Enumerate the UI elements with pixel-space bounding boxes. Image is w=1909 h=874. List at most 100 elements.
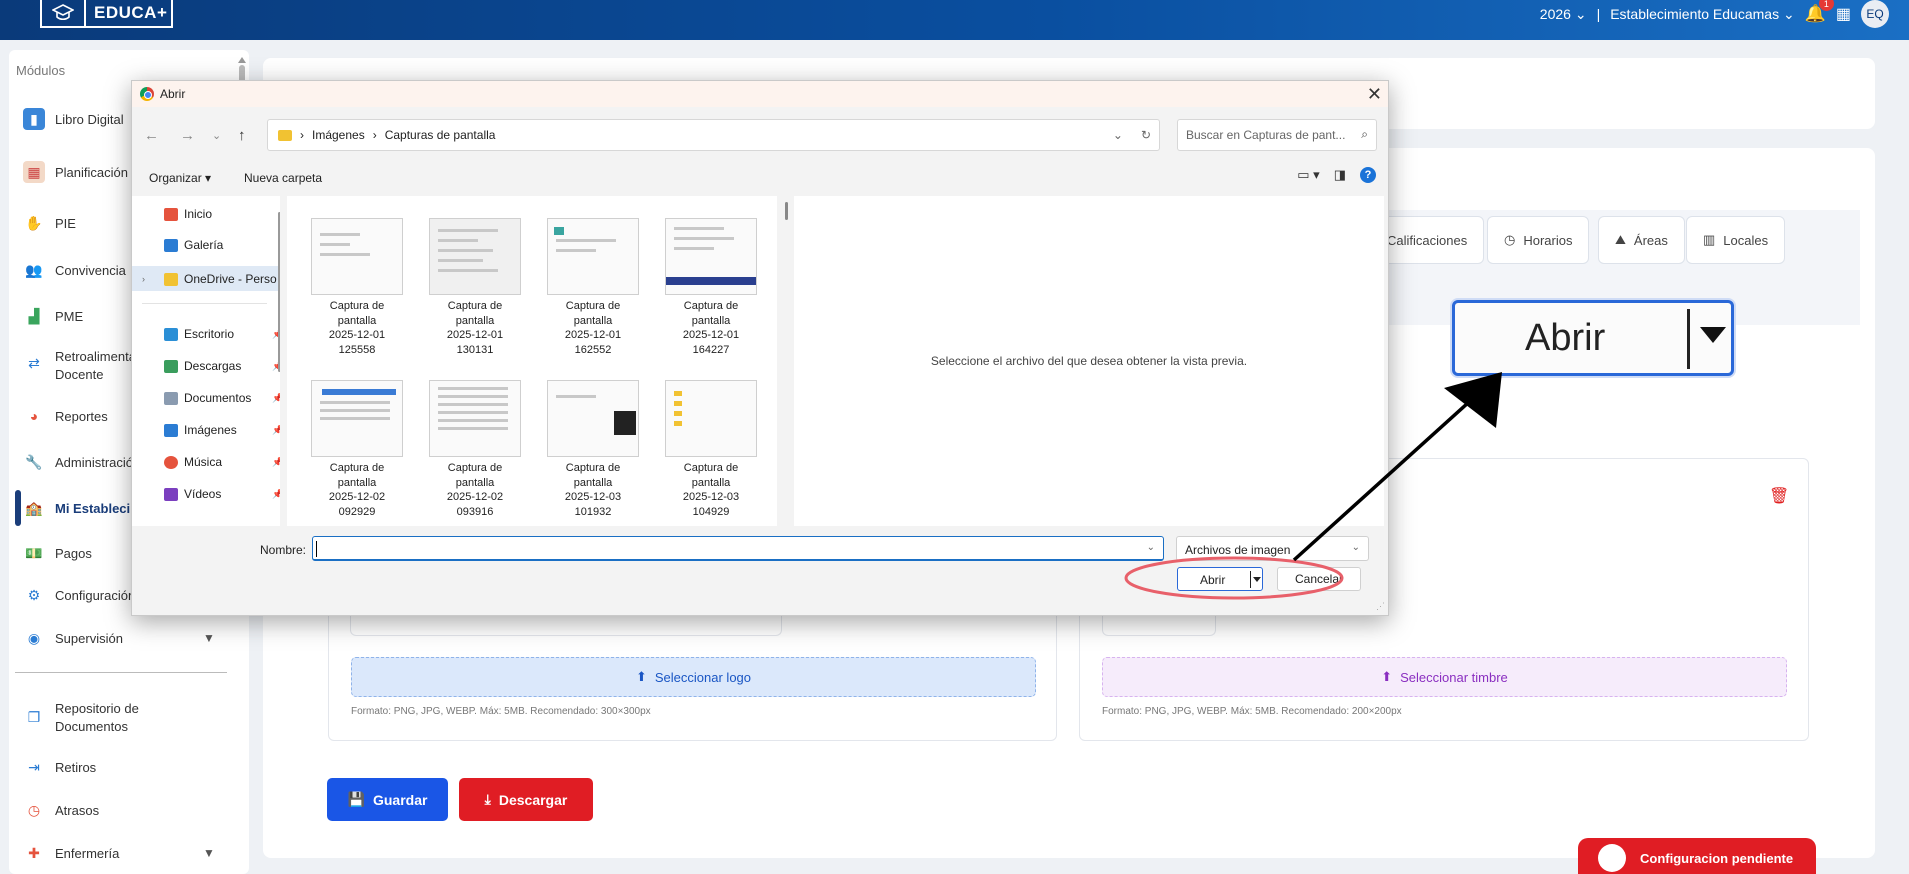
sidebar-item-libro-digital[interactable]: ▮ Libro Digital — [23, 108, 124, 130]
file-thumbnail — [311, 380, 403, 457]
save-label: Guardar — [372, 791, 428, 808]
sidebar-item-planificacion[interactable]: ▦ Planificación — [23, 161, 128, 183]
timbre-format-note: Formato: PNG, JPG, WEBP. Máx: 5MB. Recom… — [1102, 706, 1402, 717]
sidebar-item-label: Pagos — [55, 545, 92, 561]
zoom-callout: Abrir — [1452, 300, 1734, 376]
dialog-nav-row: ← → ⌄ ↑ › Imágenes › Capturas de pantall… — [132, 119, 1388, 153]
file-name-line: Captura de — [565, 462, 621, 474]
save-button[interactable]: 💾 Guardar — [327, 778, 448, 821]
file-name-line: Captura de — [565, 300, 621, 312]
nav-item-documentos[interactable]: Documentos 📌 — [164, 391, 280, 405]
sidebar-item-atrasos[interactable]: ◷ Atrasos — [23, 799, 99, 821]
pin-icon: 📌 — [272, 392, 280, 403]
open-button[interactable]: Abrir — [1177, 567, 1263, 591]
file-name-line: Captura de — [447, 300, 503, 312]
new-folder-button[interactable]: Nueva carpeta — [244, 171, 322, 185]
brand-logo[interactable]: EDUCA+ — [40, 0, 173, 28]
zoom-callout-label: Abrir — [1525, 317, 1606, 359]
file-item[interactable]: Captura de pantalla 2025-12-01 162552 — [543, 218, 643, 357]
nav-item-musica[interactable]: Música 📌 — [164, 455, 280, 469]
tab-locales[interactable]: ▥ Locales — [1686, 216, 1786, 264]
nav-item-imagenes[interactable]: Imágenes 📌 — [164, 423, 280, 437]
sidebar-item-pie[interactable]: ✋ PIE — [23, 212, 76, 234]
view-mode-icon[interactable]: ▭ ▾ — [1297, 167, 1319, 183]
sidebar-item-enfermeria[interactable]: ✚ Enfermería ▼ — [23, 842, 215, 864]
sidebar-item-supervision[interactable]: ◉ Supervisión ▼ — [23, 627, 215, 649]
file-item[interactable]: Captura de pantalla 2025-12-03 101932 — [543, 380, 643, 519]
breadcrumb-item[interactable]: Imágenes — [312, 128, 365, 142]
back-arrow-icon[interactable]: ← — [144, 127, 159, 144]
file-name-line: pantalla — [573, 314, 613, 327]
file-type-select[interactable]: Archivos de imagen ⌄ — [1176, 536, 1369, 561]
active-indicator — [15, 490, 21, 526]
chevron-down-icon[interactable]: ⌄ — [1147, 542, 1155, 553]
sidebar-item-convivencia[interactable]: 👥 Convivencia — [23, 259, 126, 281]
sidebar-item-retiros[interactable]: ⇥ Retiros — [23, 756, 96, 778]
preview-pane: Seleccione el archivo del que desea obte… — [794, 196, 1384, 526]
select-timbre-button[interactable]: ⬆ Seleccionar timbre — [1102, 657, 1787, 697]
file-item[interactable]: Captura de pantalla 2025-12-02 093916 — [425, 380, 525, 519]
tab-areas[interactable]: ⛰ Áreas — [1598, 216, 1685, 264]
file-item[interactable]: Captura de pantalla 2025-12-01 164227 — [661, 218, 761, 357]
sidebar-item-label: Repositorio de — [55, 701, 139, 716]
sidebar-item-pagos[interactable]: 💵 Pagos — [23, 542, 92, 564]
sidebar-item-configuracion[interactable]: ⚙ Configuración — [23, 584, 136, 606]
forward-arrow-icon[interactable]: → — [180, 127, 195, 144]
resize-grip-icon[interactable]: ⋰ — [1376, 601, 1385, 612]
recent-dropdown-icon[interactable]: ⌄ — [212, 129, 221, 142]
brand-name: EDUCA+ — [94, 3, 168, 22]
file-list-scrollbar[interactable] — [785, 202, 788, 220]
file-item[interactable]: Captura de pantalla 2025-12-03 104929 — [661, 380, 761, 519]
nav-item-escritorio[interactable]: Escritorio 📌 — [164, 327, 280, 341]
nav-item-onedrive[interactable]: › OneDrive - Perso — [142, 272, 277, 286]
preview-pane-icon[interactable]: ◨ — [1334, 167, 1346, 183]
caret-down-icon[interactable] — [1253, 577, 1261, 582]
nav-item-inicio[interactable]: Inicio — [164, 207, 212, 221]
help-icon[interactable]: ? — [1360, 167, 1376, 183]
establishment-name: Establecimiento Educamas — [1610, 5, 1780, 22]
bell-icon[interactable]: 🔔 1 — [1805, 0, 1834, 24]
chevron-down-icon[interactable]: ⌄ — [1113, 128, 1123, 142]
pending-config-banner[interactable]: Configuracion pendiente — [1578, 838, 1816, 874]
search-input[interactable]: Buscar en Capturas de pant... ⌕ — [1177, 119, 1377, 151]
sidebar-item-label: Reportes — [55, 408, 108, 424]
top-bar: EDUCA+ 2026 ⌄ | Establecimiento Educamas… — [0, 0, 1909, 40]
file-item[interactable]: Captura de pantalla 2025-12-02 092929 — [307, 380, 407, 519]
cancel-button[interactable]: Cancelar — [1277, 567, 1361, 591]
tab-horarios[interactable]: ◷ Horarios — [1487, 216, 1590, 264]
up-arrow-icon[interactable]: ↑ — [238, 127, 246, 144]
sidebar-item-reportes[interactable]: ◕ Reportes — [23, 405, 108, 427]
file-thumbnail — [547, 218, 639, 295]
nav-item-descargas[interactable]: Descargas 📌 — [164, 359, 280, 373]
nav-scrollbar[interactable] — [278, 212, 280, 372]
trash-icon[interactable]: 🗑 — [1769, 486, 1789, 506]
download-button[interactable]: ⤓ Descargar — [459, 778, 593, 821]
organize-button[interactable]: Organizar ▾ — [149, 171, 211, 185]
apps-grid-icon[interactable]: ▦ — [1836, 4, 1851, 24]
year-selector[interactable]: 2026 ⌄ — [1540, 6, 1587, 23]
address-bar[interactable]: › Imágenes › Capturas de pantalla ⌄ ↻ — [267, 119, 1160, 151]
gallery-icon — [164, 238, 178, 252]
breadcrumb-item[interactable]: Capturas de pantalla — [385, 128, 496, 142]
pending-label: Configuracion pendiente — [1640, 850, 1794, 866]
pin-icon: 📌 — [272, 424, 280, 435]
close-icon[interactable]: ✕ — [1367, 84, 1382, 105]
file-item[interactable]: Captura de pantalla 2025-12-01 130131 — [425, 218, 525, 357]
nav-item-galeria[interactable]: Galería — [164, 238, 223, 252]
file-type-value: Archivos de imagen — [1185, 543, 1291, 557]
avatar[interactable]: EQ — [1861, 0, 1889, 28]
sidebar-item-pme[interactable]: ▟ PME — [23, 305, 84, 327]
file-name-line: 2025-12-01 — [682, 329, 740, 341]
refresh-icon[interactable]: ↻ — [1141, 128, 1151, 142]
file-name-input[interactable]: ⌄ — [312, 536, 1164, 561]
pin-icon: 📌 — [272, 456, 280, 467]
sidebar-item-label: PIE — [55, 215, 76, 231]
establishment-selector[interactable]: Establecimiento Educamas ⌄ — [1610, 6, 1795, 23]
file-name-line: 2025-12-03 — [564, 491, 622, 503]
sidebar-item-administracion[interactable]: 🔧 Administración — [23, 451, 140, 473]
file-item[interactable]: Captura de pantalla 2025-12-01 125558 — [307, 218, 407, 357]
sidebar-item-repositorio[interactable]: ❐ Repositorio de Documentos — [23, 700, 139, 736]
select-logo-button[interactable]: ⬆ Seleccionar logo — [351, 657, 1036, 697]
chevron-down-icon: ⌄ — [1351, 542, 1360, 553]
nav-item-videos[interactable]: Vídeos 📌 — [164, 487, 280, 501]
